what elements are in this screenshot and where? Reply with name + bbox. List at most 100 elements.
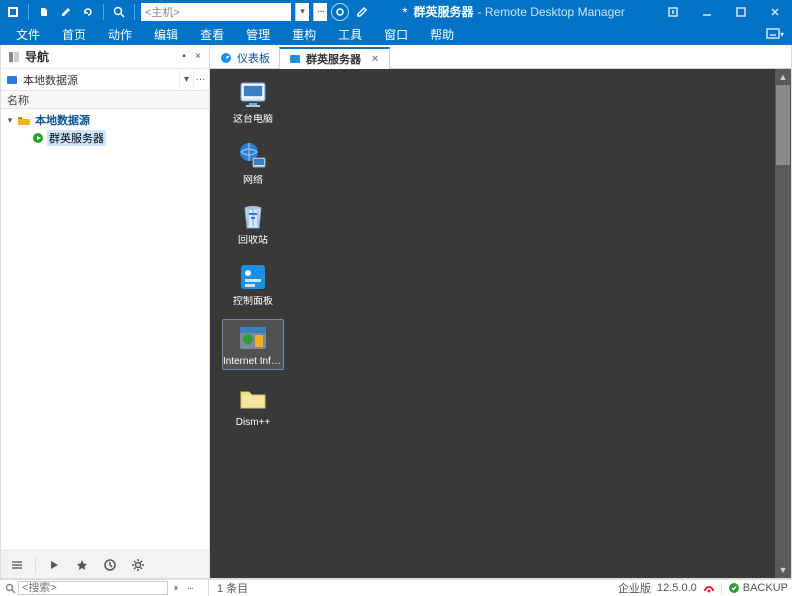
nav-datasource-dropdown[interactable]: ▾ [179,71,193,89]
app-menu-button[interactable] [4,3,22,21]
nav-datasource-more[interactable]: ··· [193,71,207,89]
nav-datasource-row[interactable]: 本地数据源 ▾ ··· [1,69,209,91]
quick-connect-menu-icon[interactable] [353,3,371,21]
desktop-icon-label: Internet Informatio... [223,356,283,368]
titlebar-quick-access: <主机> ▾ ··· [0,3,371,21]
tab-label: 仪表板 [237,50,270,66]
edit-icon[interactable] [57,3,75,21]
host-input[interactable]: <主机> [141,3,291,21]
remote-desktop-view[interactable]: 这台电脑 网络 回收站 控制面板 Internet Informatio... [210,69,791,578]
tab-session[interactable]: 群英服务器 × [279,47,390,69]
tree-item-session[interactable]: 群英服务器 [1,129,209,147]
folder-icon [237,382,269,414]
recycle-bin-icon [237,200,269,232]
desktop-icon-recycle-bin[interactable]: 回收站 [222,198,284,249]
desktop-icon-label: 控制面板 [233,296,273,308]
document-name: 群英服务器 [414,3,474,20]
datasource-icon [5,73,19,87]
host-more-button[interactable]: ··· [313,3,327,21]
tabstrip: 仪表板 群英服务器 × [210,45,791,69]
menu-actions[interactable]: 动作 [98,24,142,45]
scroll-thumb[interactable] [776,85,790,165]
desktop-icon-dism[interactable]: Dism++ [222,380,284,431]
this-pc-icon [237,79,269,111]
nav-play-icon[interactable] [42,554,66,576]
search-icon[interactable] [110,3,128,21]
remote-scrollbar[interactable]: ▲ ▼ [775,69,791,578]
nav-header: 导航 ▪ × [1,45,209,69]
folder-icon [17,113,31,127]
window-controls [656,0,792,23]
status-search-input[interactable] [18,581,168,595]
tree-collapse-icon[interactable]: ▾ [5,115,15,125]
nav-tree: ▾ 本地数据源 群英服务器 [1,109,209,550]
control-panel-icon [237,261,269,293]
nav-icon [7,50,21,64]
quick-connect-button[interactable] [331,3,349,21]
close-button[interactable] [758,0,792,23]
host-placeholder: <主机> [145,4,180,20]
network-icon [237,140,269,172]
pin-icon[interactable]: ▪ [177,50,191,64]
tree-item-label: 群英服务器 [47,130,106,146]
desktop-icon-label: 网络 [243,175,263,187]
menu-view[interactable]: 查看 [190,24,234,45]
nav-favorite-icon[interactable] [70,554,94,576]
nav-close-icon[interactable]: × [191,50,205,64]
status-search: ▾ ··· [4,581,204,595]
search-more-icon[interactable]: ··· [184,582,196,594]
desktop-icon-label: 回收站 [238,235,268,247]
status-backup[interactable]: BACKUP [728,582,788,594]
menu-manage[interactable]: 管理 [236,24,280,45]
backup-icon [728,582,740,594]
nav-history-icon[interactable] [98,554,122,576]
search-dropdown-icon[interactable]: ▾ [170,582,182,594]
menubar: 文件 首页 动作 编辑 查看 管理 重构 工具 窗口 帮助 ▾ [0,23,792,45]
menu-help[interactable]: 帮助 [420,24,464,45]
scroll-up-icon[interactable]: ▲ [775,69,791,85]
statusbar: ▾ ··· 1 条目 企业版 12.5.0.0 BACKUP [0,579,792,596]
remote-desktop-icons: 这台电脑 网络 回收站 控制面板 Internet Informatio... [222,77,284,430]
new-icon[interactable] [35,3,53,21]
help-icon[interactable] [656,0,690,23]
nav-list-icon[interactable] [5,554,29,576]
search-icon[interactable] [4,582,16,594]
app-name: - Remote Desktop Manager [478,5,625,19]
status-version: 12.5.0.0 [657,582,697,594]
tab-close-icon[interactable]: × [369,53,381,65]
tree-root-label: 本地数据源 [33,112,92,128]
desktop-icon-network[interactable]: 网络 [222,138,284,189]
nav-column-header[interactable]: 名称 [1,91,209,109]
menu-file[interactable]: 文件 [6,24,50,45]
menu-home[interactable]: 首页 [52,24,96,45]
menu-tools[interactable]: 工具 [328,24,372,45]
desktop-icon-iis[interactable]: Internet Informatio... [222,319,284,370]
menu-window[interactable]: 窗口 [374,24,418,45]
status-backup-label: BACKUP [743,582,788,594]
nav-settings-icon[interactable] [126,554,150,576]
status-online-indicator[interactable] [703,582,715,594]
dashboard-icon [219,51,233,65]
desktop-icon-control-panel[interactable]: 控制面板 [222,259,284,310]
ribbon-toggle-icon[interactable]: ▾ [764,25,786,43]
titlebar: <主机> ▾ ··· * 群英服务器 - Remote Desktop Mana… [0,0,792,23]
menu-refactor[interactable]: 重构 [282,24,326,45]
host-dropdown-button[interactable]: ▾ [295,3,309,21]
desktop-icon-label: Dism++ [236,417,270,429]
menu-edit[interactable]: 编辑 [144,24,188,45]
scroll-down-icon[interactable]: ▼ [775,562,791,578]
status-edition: 企业版 [618,580,651,596]
tab-label: 群英服务器 [306,51,361,67]
desktop-icon-this-pc[interactable]: 这台电脑 [222,77,284,128]
title-center: * 群英服务器 - Remote Desktop Manager [371,3,656,20]
nav-datasource-label: 本地数据源 [23,72,179,88]
minimize-button[interactable] [690,0,724,23]
desktop-icon-label: 这台电脑 [233,114,273,126]
tab-dashboard[interactable]: 仪表板 [210,46,279,68]
refresh-icon[interactable] [79,3,97,21]
maximize-button[interactable] [724,0,758,23]
navigation-panel: 导航 ▪ × 本地数据源 ▾ ··· 名称 ▾ 本地数据源 群英服务器 [1,45,210,578]
modified-indicator: * [402,4,407,20]
play-icon [31,131,45,145]
tree-root[interactable]: ▾ 本地数据源 [1,111,209,129]
